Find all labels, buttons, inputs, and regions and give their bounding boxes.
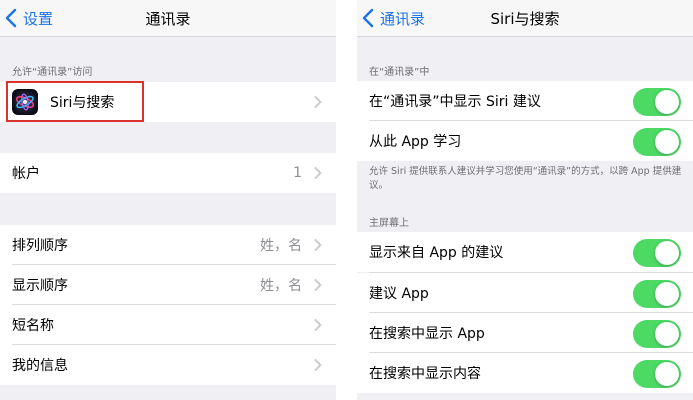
section-header-allow-access: 允许“通讯录”访问	[12, 67, 93, 78]
accounts-count: 1	[293, 165, 302, 181]
show-app-in-search-toggle[interactable]	[633, 320, 681, 348]
chevron-right-icon	[314, 96, 322, 108]
show-suggestions-from-app-row: 显示来自 App 的建议	[357, 232, 693, 272]
show-content-in-search-row: 在搜索中显示内容	[357, 353, 693, 393]
display-order-label: 显示顺序	[12, 278, 68, 294]
navigation-bar: 设置 通讯录	[0, 0, 336, 37]
short-name-row[interactable]: 短名称	[0, 305, 336, 345]
section-header-in-contacts: 在“通讯录”中	[369, 67, 430, 78]
my-info-label: 我的信息	[12, 358, 68, 374]
sort-order-label: 排列顺序	[12, 238, 68, 254]
sort-order-row[interactable]: 排列顺序 姓，名	[0, 225, 336, 265]
siri-learning-description: 允许 Siri 提供联系人建议并学习您使用“通讯录”的方式，以跨 App 提供建…	[369, 166, 682, 191]
navigation-bar: 通讯录 Siri与搜索	[357, 0, 693, 37]
learn-from-app-row: 从此 App 学习	[357, 121, 693, 161]
siri-icon	[12, 89, 38, 115]
siri-search-settings-screen: 通讯录 Siri与搜索 在“通讯录”中 在“通讯录”中显示 Siri 建议 从此…	[357, 0, 693, 400]
chevron-right-icon	[314, 359, 322, 371]
show-suggestions-from-app-label: 显示来自 App 的建议	[369, 245, 504, 261]
accounts-row[interactable]: 帐户 1	[0, 153, 336, 193]
contacts-settings-screen: 设置 通讯录 允许“通讯录”访问 Siri与搜索 帐户 1 排列顺序 姓，名 显…	[0, 0, 336, 400]
show-content-in-search-label: 在搜索中显示内容	[369, 366, 481, 382]
screen-divider	[336, 0, 357, 400]
accounts-label: 帐户	[12, 166, 40, 182]
my-info-row[interactable]: 我的信息	[0, 345, 336, 385]
siri-and-search-label: Siri与搜索	[50, 95, 115, 111]
short-name-label: 短名称	[12, 318, 54, 334]
show-app-in-search-label: 在搜索中显示 App	[369, 326, 485, 342]
show-siri-suggestions-label: 在“通讯录”中显示 Siri 建议	[369, 94, 541, 110]
toggle-knob	[655, 241, 679, 265]
show-content-in-search-toggle[interactable]	[633, 360, 681, 388]
chevron-right-icon	[314, 279, 322, 291]
show-siri-suggestions-row: 在“通讯录”中显示 Siri 建议	[357, 81, 693, 121]
learn-from-app-label: 从此 App 学习	[369, 134, 462, 150]
display-order-value: 姓，名	[260, 278, 302, 294]
page-title: 通讯录	[145, 10, 191, 28]
learn-from-app-toggle[interactable]	[633, 128, 681, 156]
page-title: Siri与搜索	[490, 10, 560, 28]
chevron-right-icon	[314, 239, 322, 251]
chevron-right-icon	[314, 167, 322, 179]
show-siri-suggestions-toggle[interactable]	[633, 88, 681, 116]
sort-order-value: 姓，名	[260, 238, 302, 254]
suggest-app-toggle[interactable]	[633, 280, 681, 308]
toggle-knob	[655, 90, 679, 114]
toggle-knob	[655, 362, 679, 386]
siri-and-search-row[interactable]: Siri与搜索	[0, 82, 336, 122]
suggest-app-label: 建议 App	[369, 286, 429, 302]
section-header-home-screen: 主屏幕上	[369, 218, 409, 229]
show-suggestions-from-app-toggle[interactable]	[633, 239, 681, 267]
show-app-in-search-row: 在搜索中显示 App	[357, 313, 693, 353]
toggle-knob	[655, 322, 679, 346]
toggle-knob	[655, 130, 679, 154]
toggle-knob	[655, 282, 679, 306]
suggest-app-row: 建议 App	[357, 273, 693, 313]
chevron-right-icon	[314, 319, 322, 331]
display-order-row[interactable]: 显示顺序 姓，名	[0, 265, 336, 305]
